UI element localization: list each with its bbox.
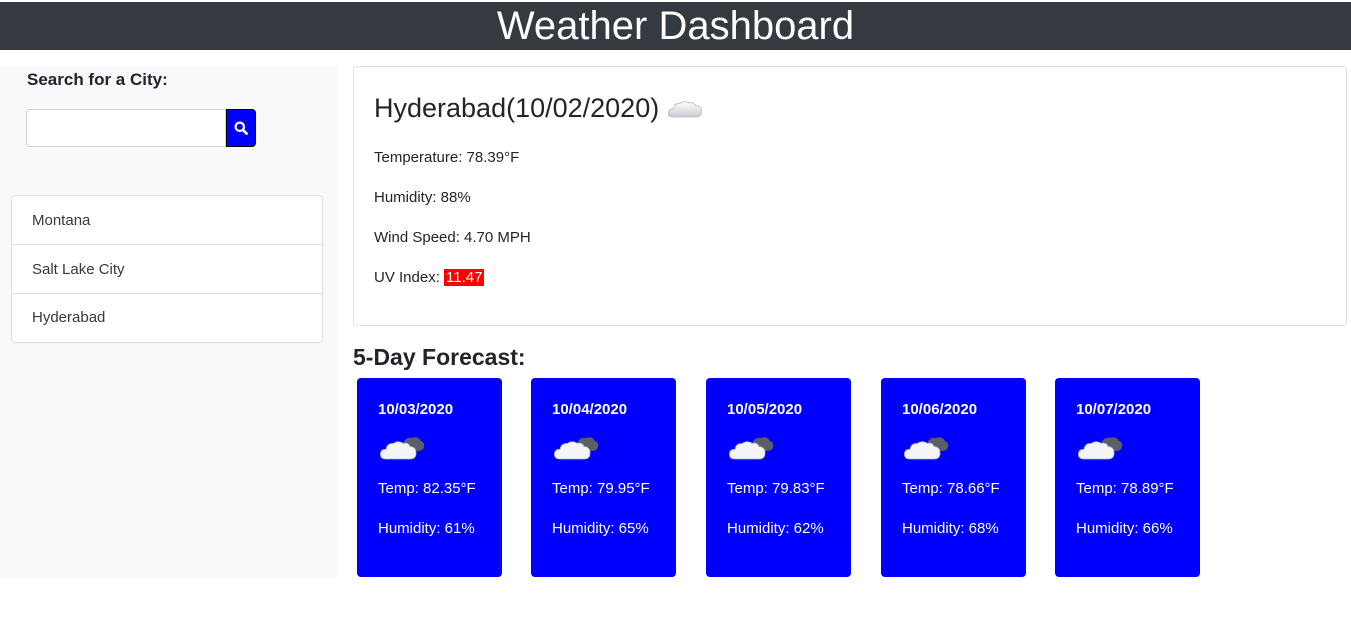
search-history-list: Montana Salt Lake City Hyderabad (11, 195, 323, 343)
forecast-date: 10/04/2020 (552, 401, 628, 418)
uv-index-label: UV Index: (374, 269, 445, 286)
forecast-date: 10/06/2020 (902, 401, 978, 418)
forecast-icon-wrap (553, 432, 599, 467)
sidebar: Search for a City: Montana Salt Lake Cit… (0, 66, 338, 577)
search-label: Search for a City: (27, 70, 168, 89)
history-item-montana[interactable]: Montana (12, 196, 322, 245)
history-item-hyderabad[interactable]: Hyderabad (12, 294, 322, 342)
forecast-card: 10/05/2020 Temp: 79.83°F Humidity: 62% (706, 378, 851, 577)
forecast-date: 10/07/2020 (1076, 401, 1152, 418)
forecast-icon-wrap (903, 432, 949, 467)
current-humidity: Humidity: 88% (374, 189, 471, 206)
search-form (26, 109, 256, 147)
history-item-salt-lake-city[interactable]: Salt Lake City (12, 245, 322, 294)
page-title: Weather Dashboard (496, 4, 855, 48)
forecast-humidity: Humidity: 66% (1076, 520, 1173, 537)
forecast-humidity: Humidity: 65% (552, 520, 649, 537)
current-city-date: Hyderabad(10/02/2020) (374, 93, 660, 123)
current-weather-heading: Hyderabad(10/02/2020) (374, 93, 703, 124)
forecast-temp: Temp: 82.35°F (378, 480, 476, 497)
forecast-humidity: Humidity: 68% (902, 520, 999, 537)
forecast-icon-wrap (728, 432, 774, 467)
cloudy-icon (554, 437, 599, 460)
cloudy-icon (729, 437, 774, 460)
cloud-icon (668, 100, 703, 117)
forecast-icon-wrap (1077, 432, 1123, 467)
forecast-temp: Temp: 78.66°F (902, 480, 1000, 497)
current-wind-speed: Wind Speed: 4.70 MPH (374, 229, 531, 246)
forecast-humidity: Humidity: 62% (727, 520, 824, 537)
current-temperature: Temperature: 78.39°F (374, 149, 520, 166)
forecast-icon-wrap (379, 432, 425, 467)
forecast-temp: Temp: 78.89°F (1076, 480, 1174, 497)
forecast-date: 10/03/2020 (378, 401, 454, 418)
forecast-temp: Temp: 79.83°F (727, 480, 825, 497)
forecast-date: 10/05/2020 (727, 401, 803, 418)
forecast-card: 10/07/2020 Temp: 78.89°F Humidity: 66% (1055, 378, 1200, 577)
current-uv-index: UV Index: 11.47 (374, 269, 485, 286)
cloudy-icon (380, 437, 425, 460)
forecast-card: 10/03/2020 Temp: 82.35°F Humidity: 61% (357, 378, 502, 577)
forecast-heading: 5-Day Forecast: (353, 344, 526, 370)
current-weather-card: Hyderabad(10/02/2020) Temperature: 78.39… (353, 66, 1347, 326)
forecast-card: 10/04/2020 Temp: 79.95°F Humidity: 65% (531, 378, 676, 577)
search-button[interactable] (226, 109, 256, 147)
city-search-input[interactable] (26, 109, 226, 147)
app-header: Weather Dashboard (0, 2, 1351, 50)
forecast-card: 10/06/2020 Temp: 78.66°F Humidity: 68% (881, 378, 1026, 577)
forecast-humidity: Humidity: 61% (378, 520, 475, 537)
uv-index-badge: 11.47 (444, 269, 485, 286)
cloudy-icon (1078, 437, 1123, 460)
cloudy-icon (904, 437, 949, 460)
search-icon (234, 121, 248, 135)
forecast-temp: Temp: 79.95°F (552, 480, 650, 497)
